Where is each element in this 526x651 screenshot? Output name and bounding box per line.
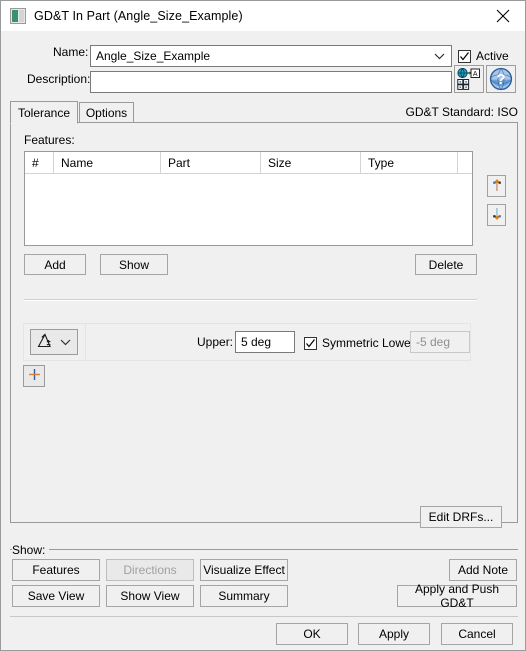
column-header-size[interactable]: Size <box>261 152 361 173</box>
chevron-down-icon <box>434 46 445 66</box>
column-header-part[interactable]: Part <box>161 152 261 173</box>
name-label: Name: <box>53 45 89 59</box>
save-view-button[interactable]: Save View <box>12 585 100 607</box>
tolerance-row-divider <box>85 324 86 360</box>
active-checkbox[interactable]: Active <box>458 49 509 63</box>
gdt-standard-label: GD&T Standard: ISO <box>405 105 519 119</box>
tab-options-label: Options <box>85 105 128 120</box>
section-divider <box>24 299 477 301</box>
svg-text:?: ? <box>496 71 505 88</box>
lower-value-input: -5 deg <box>410 331 470 353</box>
arrow-up-icon <box>491 178 503 195</box>
column-header-type[interactable]: Type <box>361 152 458 173</box>
show-group-bottom-line <box>10 616 518 617</box>
tab-tolerance[interactable]: Tolerance <box>10 101 78 124</box>
svg-text:A: A <box>473 71 478 78</box>
edit-drfs-button[interactable]: Edit DRFs... <box>420 506 502 528</box>
angularity-symbol-icon <box>36 332 53 353</box>
name-value: Angle_Size_Example <box>96 49 211 63</box>
add-note-button[interactable]: Add Note <box>449 559 517 581</box>
features-label: Features: <box>24 133 75 147</box>
part-icon <box>10 8 26 24</box>
move-down-button[interactable] <box>487 204 506 226</box>
features-table-body[interactable] <box>25 174 472 245</box>
show-features-button[interactable]: Features <box>12 559 100 581</box>
apply-and-push-gdt-button[interactable]: Apply and Push GD&T <box>397 582 517 610</box>
visualize-effect-button[interactable]: Visualize Effect <box>200 559 288 581</box>
add-feature-button[interactable]: Add <box>24 254 86 275</box>
tolerance-row: Upper: 5 deg Symmetric Lower: -5 deg <box>23 323 471 361</box>
close-icon[interactable] <box>481 1 525 31</box>
ok-button[interactable]: OK <box>276 623 348 645</box>
gdt-in-part-dialog: GD&T In Part (Angle_Size_Example) Name: … <box>0 0 526 651</box>
title-bar: GD&T In Part (Angle_Size_Example) <box>1 1 525 31</box>
tab-options[interactable]: Options <box>79 102 134 123</box>
tolerance-symbol-dropdown[interactable] <box>30 329 78 355</box>
summary-button[interactable]: Summary <box>200 585 288 607</box>
show-directions-button: Directions <box>106 559 194 581</box>
features-table[interactable]: # Name Part Size Type <box>24 151 473 246</box>
description-input[interactable] <box>90 71 452 93</box>
column-header-name[interactable]: Name <box>54 152 161 173</box>
add-tolerance-row-button[interactable] <box>23 365 45 387</box>
arrow-down-icon <box>491 207 503 224</box>
symmetric-lower-checkbox[interactable]: Symmetric Lower: <box>304 336 418 350</box>
name-row: Name: <box>53 45 88 59</box>
active-label: Active <box>476 49 509 63</box>
active-checkbox-box <box>458 49 471 63</box>
name-combobox[interactable]: Angle_Size_Example <box>90 45 452 67</box>
delete-feature-button[interactable]: Delete <box>415 254 477 275</box>
show-feature-button[interactable]: Show <box>100 254 168 275</box>
features-table-header: # Name Part Size Type <box>25 152 472 174</box>
show-group-label: Show: <box>12 543 50 557</box>
show-group-top-line <box>10 549 518 550</box>
symmetric-lower-checkbox-box <box>304 336 317 350</box>
move-up-button[interactable] <box>487 175 506 197</box>
window-title: GD&T In Part (Angle_Size_Example) <box>34 9 243 23</box>
tab-strip: Tolerance Options GD&T Standard: ISO <box>10 101 519 124</box>
column-header-number[interactable]: # <box>25 152 54 173</box>
chevron-down-icon <box>60 335 71 349</box>
description-label: Description: <box>27 72 91 86</box>
upper-value-input[interactable]: 5 deg <box>235 331 295 353</box>
description-row: Description: <box>27 72 90 86</box>
symmetric-lower-label: Symmetric Lower: <box>322 336 419 350</box>
plus-icon <box>28 368 41 384</box>
column-header-spacer <box>458 152 472 173</box>
tab-tolerance-label: Tolerance <box>17 105 71 120</box>
show-view-button[interactable]: Show View <box>106 585 194 607</box>
translate-icon[interactable]: A <box>454 65 484 93</box>
cancel-button[interactable]: Cancel <box>441 623 513 645</box>
help-icon[interactable]: ? <box>486 65 516 93</box>
apply-button[interactable]: Apply <box>358 623 430 645</box>
upper-label: Upper: <box>197 335 234 349</box>
